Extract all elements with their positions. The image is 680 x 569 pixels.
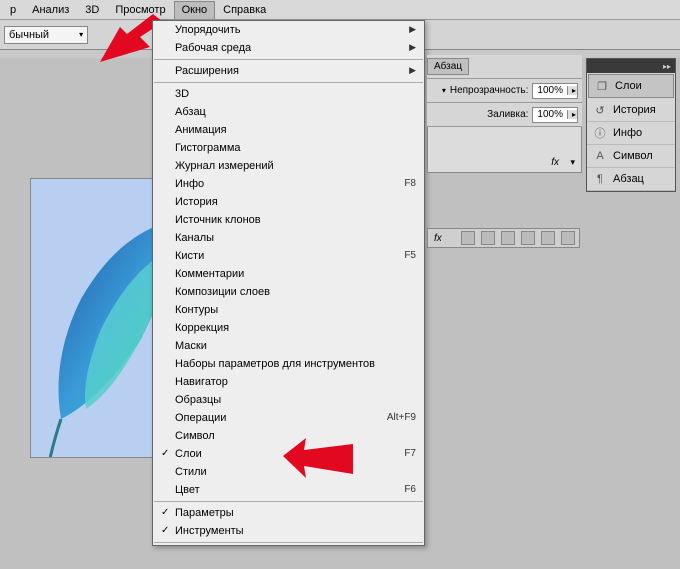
menu-separator [154, 501, 423, 502]
menu-actions[interactable]: ОперацииAlt+F9 [153, 409, 424, 427]
menu-layers[interactable]: СлоиF7 [153, 445, 424, 463]
menu-measurement-log[interactable]: Журнал измерений [153, 157, 424, 175]
layers-icon: ❐ [595, 79, 609, 93]
opacity-value: 100% [533, 85, 567, 96]
chevron-down-icon: ▾ [79, 30, 83, 39]
menu-notes[interactable]: Комментарии [153, 265, 424, 283]
submenu-arrow-icon: ▶ [409, 24, 416, 36]
menu-separator [154, 82, 423, 83]
layers-list-area[interactable]: fx ▾ [427, 127, 582, 173]
dock-item-label: История [613, 104, 656, 116]
spinner-arrow-icon[interactable]: ▸ [567, 110, 577, 119]
paragraph-icon: ¶ [593, 172, 607, 186]
dock-header[interactable]: ▸▸ [587, 59, 675, 73]
menu-tool-presets[interactable]: Наборы параметров для инструментов [153, 355, 424, 373]
fill-row: Заливка: 100% ▸ [427, 103, 582, 127]
opacity-spinner[interactable]: 100% ▸ [532, 83, 578, 99]
menu-paragraph[interactable]: Абзац [153, 103, 424, 121]
fx-icon[interactable]: fx [434, 233, 442, 244]
info-icon: ⓘ [593, 126, 607, 140]
menu-item-view[interactable]: Просмотр [107, 1, 173, 19]
link-icon[interactable] [461, 231, 475, 245]
menu-options[interactable]: Параметры [153, 504, 424, 522]
menu-extensions[interactable]: Расширения▶ [153, 62, 424, 80]
dock-item-label: Символ [613, 150, 653, 162]
fx-badge: fx [551, 157, 559, 168]
menu-item-filter-partial[interactable]: р [2, 1, 24, 19]
menu-3d[interactable]: 3D [153, 85, 424, 103]
dock-item-label: Абзац [613, 173, 644, 185]
layers-panel-footer: fx [427, 228, 580, 248]
chevron-down-icon[interactable]: ▾ [442, 86, 446, 95]
dock-item-layers[interactable]: ❐ Слои [588, 74, 674, 98]
menu-paths[interactable]: Контуры [153, 301, 424, 319]
tab-paragraph[interactable]: Абзац [427, 58, 469, 75]
spinner-arrow-icon[interactable]: ▸ [567, 86, 577, 95]
folder-icon[interactable] [521, 231, 535, 245]
menu-masks[interactable]: Маски [153, 337, 424, 355]
menu-item-window[interactable]: Окно [174, 1, 216, 19]
menu-history[interactable]: История [153, 193, 424, 211]
menu-separator [154, 542, 423, 543]
dock-item-history[interactable]: ↺ История [587, 99, 675, 122]
mask-icon[interactable] [481, 231, 495, 245]
menu-info[interactable]: ИнфоF8 [153, 175, 424, 193]
menubar: р Анализ 3D Просмотр Окно Справка [0, 0, 680, 20]
window-dropdown-menu: Упорядочить▶ Рабочая среда▶ Расширения▶ … [152, 20, 425, 546]
menu-adjustments[interactable]: Коррекция [153, 319, 424, 337]
menu-tools[interactable]: Инструменты [153, 522, 424, 540]
menu-animation[interactable]: Анимация [153, 121, 424, 139]
fill-label: Заливка: [487, 109, 528, 120]
new-layer-icon[interactable] [541, 231, 555, 245]
menu-channels[interactable]: Каналы [153, 229, 424, 247]
dock-item-label: Инфо [613, 127, 642, 139]
opacity-label: Непрозрачность: [450, 85, 529, 96]
collapsed-panel-dock: ▸▸ ❐ Слои ↺ История ⓘ Инфо A Символ ¶ Аб… [586, 58, 676, 192]
character-icon: A [593, 149, 607, 163]
trash-icon[interactable] [561, 231, 575, 245]
dock-item-info[interactable]: ⓘ Инфо [587, 122, 675, 145]
dock-item-paragraph[interactable]: ¶ Абзац [587, 168, 675, 191]
menu-arrange[interactable]: Упорядочить▶ [153, 21, 424, 39]
collapse-arrows-icon: ▸▸ [663, 62, 671, 71]
screen-mode-value: бычный [9, 29, 49, 41]
menu-workspace[interactable]: Рабочая среда▶ [153, 39, 424, 57]
history-icon: ↺ [593, 103, 607, 117]
submenu-arrow-icon: ▶ [409, 65, 416, 77]
menu-color[interactable]: ЦветF6 [153, 481, 424, 499]
chevron-down-icon[interactable]: ▾ [570, 157, 575, 168]
menu-layer-comps[interactable]: Композиции слоев [153, 283, 424, 301]
panels-dock-right: Абзац ▾ Непрозрачность: 100% ▸ Заливка: … [427, 55, 582, 173]
opacity-row: ▾ Непрозрачность: 100% ▸ [427, 79, 582, 103]
options-screen-mode-field[interactable]: бычный ▾ [4, 26, 88, 44]
menu-item-help[interactable]: Справка [215, 1, 274, 19]
menu-styles[interactable]: Стили [153, 463, 424, 481]
adjustment-icon[interactable] [501, 231, 515, 245]
menu-clone-source[interactable]: Источник клонов [153, 211, 424, 229]
app-root: р Анализ 3D Просмотр Окно Справка бычный… [0, 0, 680, 569]
menu-swatches[interactable]: Образцы [153, 391, 424, 409]
panel-tabs-row: Абзац [427, 55, 582, 79]
menu-item-3d[interactable]: 3D [77, 1, 107, 19]
dock-item-character[interactable]: A Символ [587, 145, 675, 168]
submenu-arrow-icon: ▶ [409, 42, 416, 54]
menu-brushes[interactable]: КистиF5 [153, 247, 424, 265]
menu-separator [154, 59, 423, 60]
fill-value: 100% [533, 109, 567, 120]
menu-navigator[interactable]: Навигатор [153, 373, 424, 391]
menu-character[interactable]: Символ [153, 427, 424, 445]
fill-spinner[interactable]: 100% ▸ [532, 107, 578, 123]
menu-item-analysis[interactable]: Анализ [24, 1, 77, 19]
menu-histogram[interactable]: Гистограмма [153, 139, 424, 157]
dock-item-label: Слои [615, 80, 642, 92]
